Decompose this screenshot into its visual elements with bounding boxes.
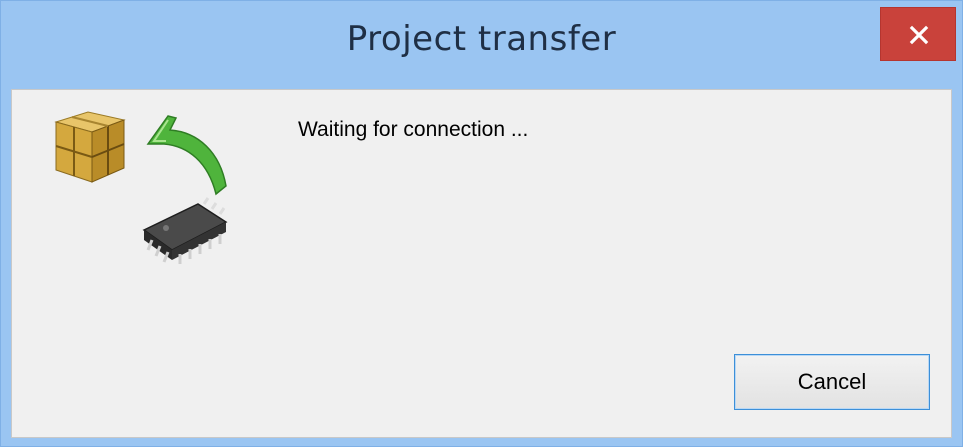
close-button[interactable] — [880, 7, 956, 61]
close-icon — [909, 25, 929, 45]
transfer-illustration — [48, 104, 238, 274]
project-transfer-dialog: Project transfer Waiting for connection … — [0, 0, 963, 447]
title-bar[interactable]: Project transfer — [1, 1, 962, 89]
cancel-button[interactable]: Cancel — [734, 354, 930, 410]
green-arrow-icon — [146, 115, 227, 196]
chip-icon — [142, 197, 228, 264]
package-cube-icon — [54, 111, 126, 183]
dialog-body: Waiting for connection ... Cancel — [11, 89, 952, 438]
status-message: Waiting for connection ... — [298, 118, 529, 141]
window-title: Project transfer — [346, 19, 617, 59]
